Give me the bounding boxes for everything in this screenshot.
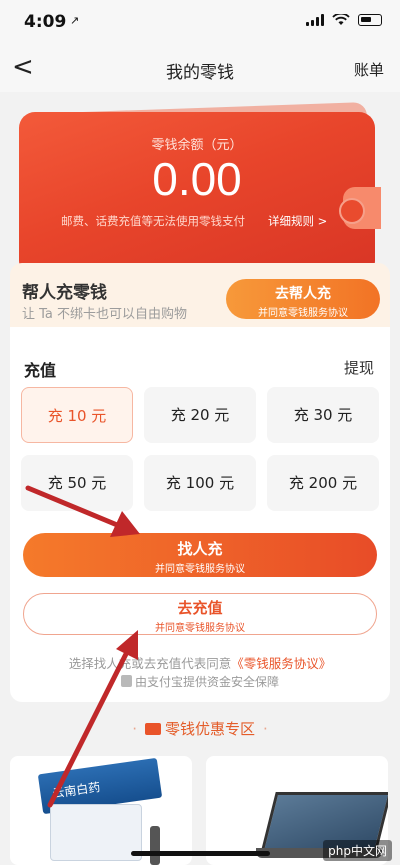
amount-option-50[interactable]: 充 50 元 [21, 455, 133, 511]
secondary-button-sub: 并同意零钱服务协议 [155, 623, 245, 634]
wifi-icon [332, 14, 350, 25]
recharge-panel: 充值 提现 充 10 元 充 20 元 充 30 元 充 50 元 充 100 … [10, 327, 390, 702]
find-someone-recharge-button[interactable]: 找人充 并同意零钱服务协议 [23, 533, 377, 577]
promo-title: 零钱优惠专区 [164, 720, 255, 738]
nav-bar: < 我的零钱 账单 [0, 44, 400, 92]
withdraw-link[interactable]: 提现 [344, 357, 374, 378]
wallet-card: 零钱余额（元） 0.00 邮费、话费充值等无法使用零钱支付 详细规则 > [19, 102, 381, 277]
wallet-icon [144, 723, 161, 735]
promo-dot-left: · [132, 720, 137, 738]
recharge-title: 充值 [24, 361, 57, 380]
product-card-toothpaste[interactable]: 云南白药 [10, 756, 192, 865]
safety-text: 由支付宝提供资金安全保障 [134, 675, 279, 689]
primary-button-label: 找人充 [177, 540, 223, 558]
safety-note: 由支付宝提供资金安全保障 [10, 673, 390, 690]
status-time: 4:09 [24, 12, 67, 32]
primary-button-sub: 并同意零钱服务协议 [155, 564, 245, 575]
amount-option-10[interactable]: 充 10 元 [21, 387, 133, 443]
help-recharge-button[interactable]: 去帮人充 并同意零钱服务协议 [226, 279, 380, 319]
status-bar: 4:09 ↗ [0, 0, 400, 44]
promo-header: · 零钱优惠专区 · [0, 718, 400, 739]
help-recharge-section: 帮人充零钱 让 Ta 不绑卡也可以自由购物 去帮人充 并同意零钱服务协议 [10, 263, 390, 327]
agreement-link[interactable]: 《零钱服务协议》 [231, 656, 331, 671]
product-brand-text: 云南白药 [51, 780, 102, 801]
amount-option-200[interactable]: 充 200 元 [267, 455, 379, 511]
home-indicator [131, 851, 270, 856]
amount-option-20[interactable]: 充 20 元 [144, 387, 256, 443]
balance-amount: 0.00 [152, 153, 242, 205]
amount-option-30[interactable]: 充 30 元 [267, 387, 379, 443]
rules-link[interactable]: 详细规则 > [268, 213, 327, 229]
location-icon: ↗ [70, 14, 80, 27]
help-button-label: 去帮人充 [275, 286, 331, 302]
help-subtitle: 让 Ta 不绑卡也可以自由购物 [22, 307, 188, 322]
go-recharge-button[interactable]: 去充值 并同意零钱服务协议 [23, 593, 377, 635]
status-icons [306, 14, 382, 26]
amount-option-100[interactable]: 充 100 元 [144, 455, 256, 511]
toothbrush-image [150, 826, 160, 865]
agreement-text: 选择找人充或去充值代表同意《零钱服务协议》 [10, 653, 390, 672]
help-title: 帮人充零钱 [22, 283, 107, 303]
shield-icon [120, 675, 132, 687]
agreement-prefix: 选择找人充或去充值代表同意 [68, 656, 232, 671]
balance-label: 零钱余额（元） [151, 138, 243, 153]
watermark: php中文网 [323, 840, 392, 861]
battery-icon [358, 14, 382, 26]
page-title: 我的零钱 [166, 63, 234, 83]
balance-note: 邮费、话费充值等无法使用零钱支付 [61, 214, 245, 228]
help-button-sub: 并同意零钱服务协议 [258, 308, 348, 319]
bill-link[interactable]: 账单 [354, 59, 384, 80]
toothpaste-tube-image [50, 804, 142, 861]
promo-dot-right: · [263, 720, 268, 738]
signal-icon [306, 14, 324, 26]
secondary-button-label: 去充值 [177, 599, 223, 617]
